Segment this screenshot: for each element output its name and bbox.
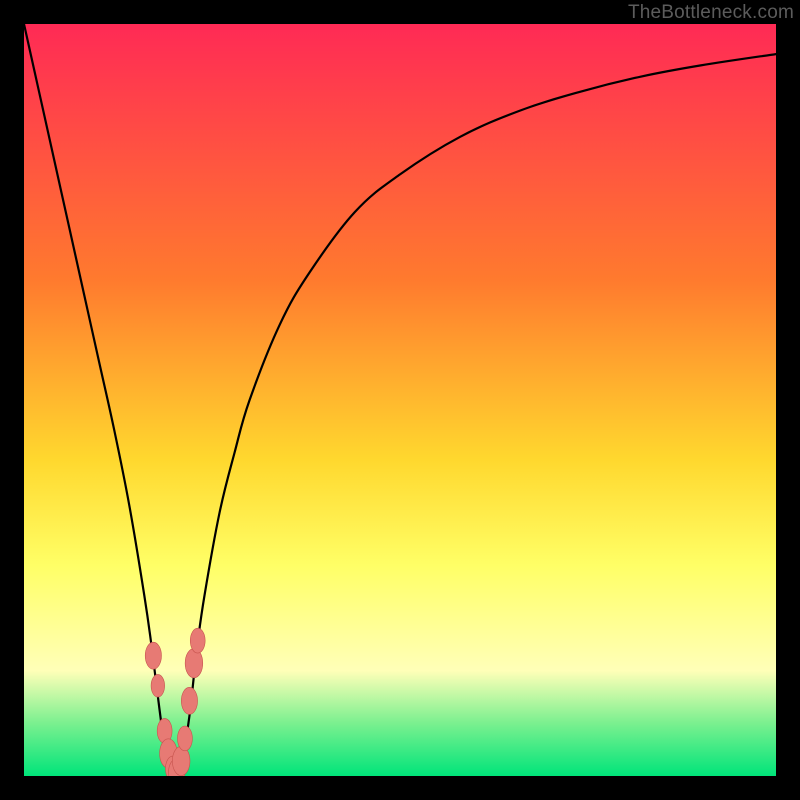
data-marker: [172, 746, 190, 775]
data-marker: [177, 726, 192, 751]
chart-frame: TheBottleneck.com: [0, 0, 800, 800]
data-marker: [181, 687, 197, 714]
bottleneck-chart: [24, 24, 776, 776]
data-marker: [185, 649, 203, 678]
watermark-text: TheBottleneck.com: [628, 2, 794, 24]
data-marker: [190, 628, 205, 653]
gradient-background: [24, 24, 776, 776]
data-marker: [151, 674, 165, 697]
data-marker: [145, 642, 161, 669]
